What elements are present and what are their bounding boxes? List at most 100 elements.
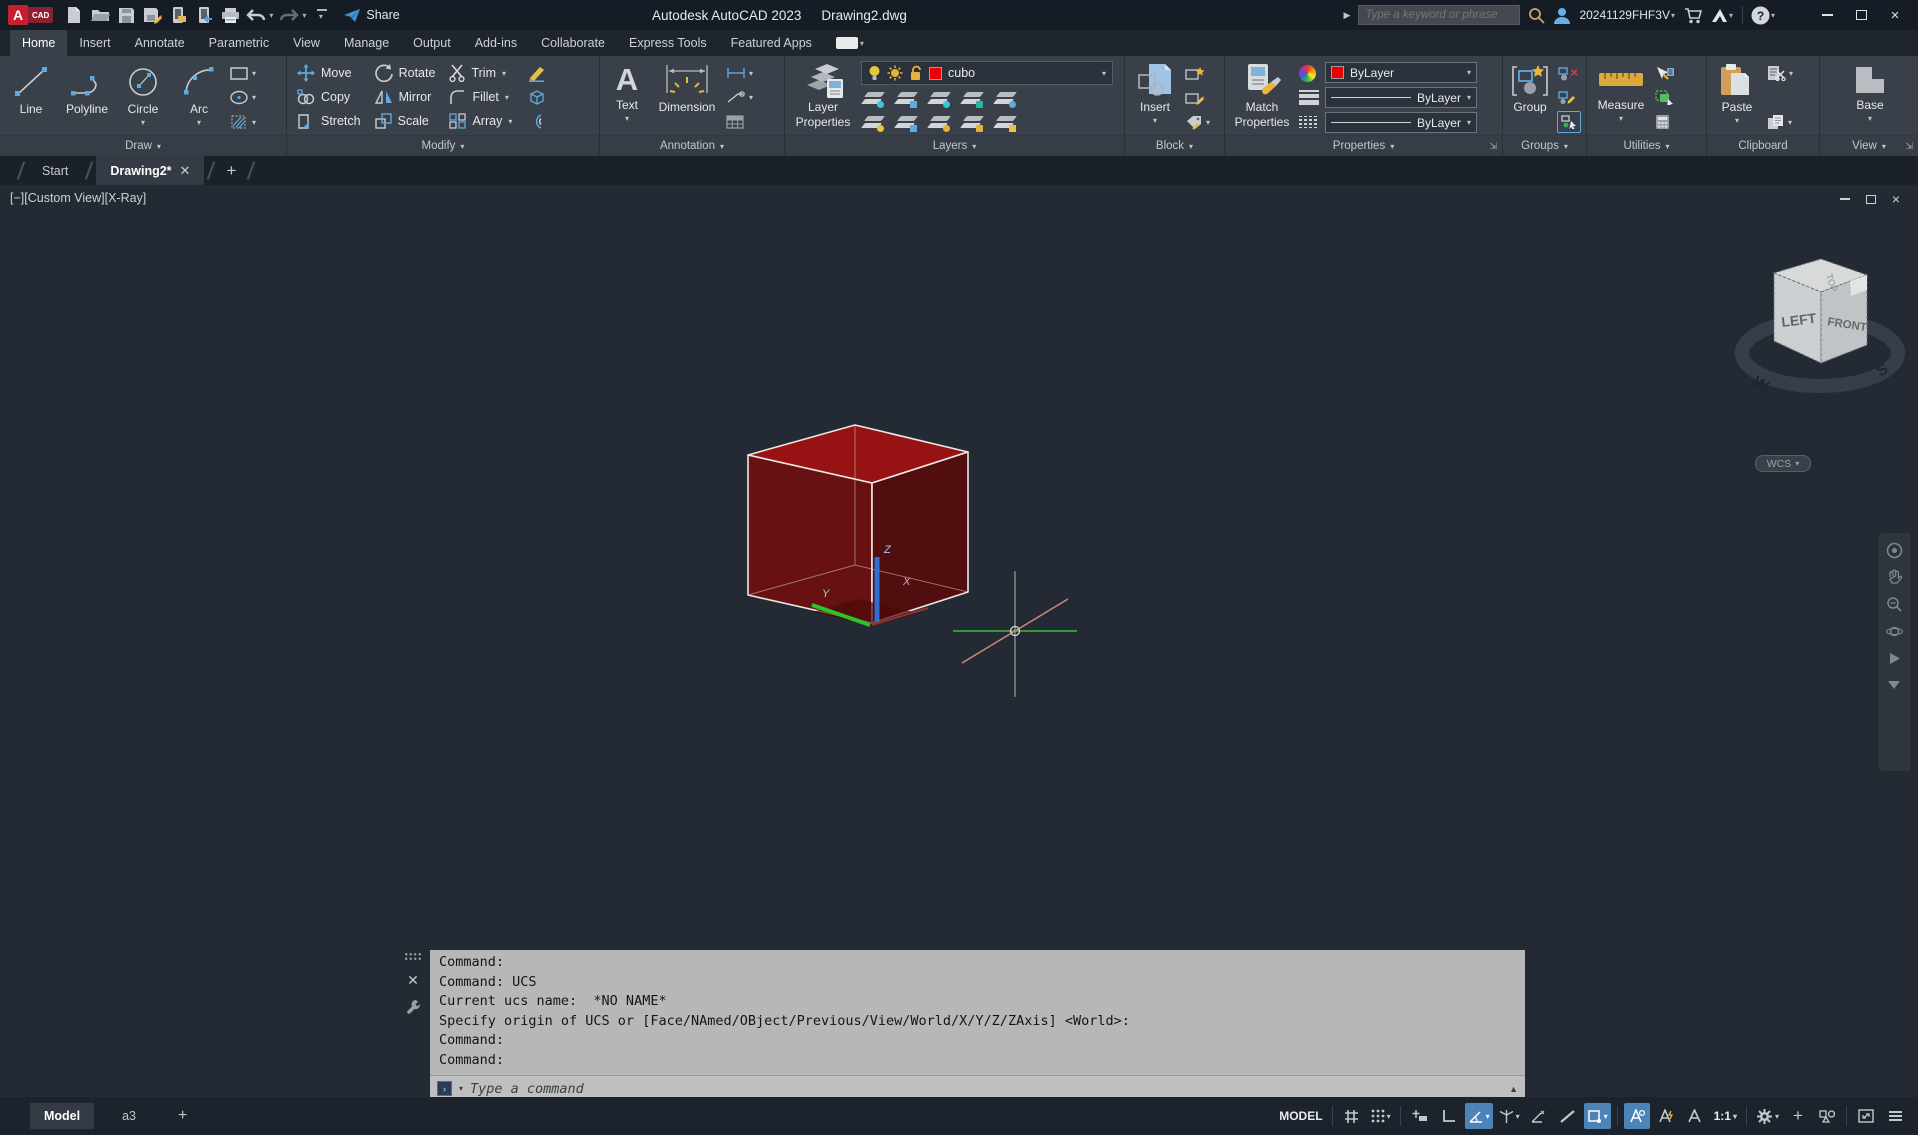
panel-label-view[interactable]: View ▾ ⇲ <box>1820 135 1918 156</box>
layer-isolate-tool[interactable] <box>894 90 918 108</box>
view-dialog-launcher[interactable]: ⇲ <box>1905 141 1913 152</box>
object-snap-tracking-toggle[interactable] <box>1526 1103 1552 1129</box>
share-button[interactable]: Share <box>343 8 400 23</box>
command-palette-grip[interactable]: ✕ <box>400 952 426 1015</box>
text-tool[interactable]: A Text ▾ <box>606 61 648 124</box>
base-view-tool[interactable]: Base ▾ <box>1845 61 1895 123</box>
polar-tracking-toggle[interactable]: ▾ <box>1464 1103 1493 1129</box>
paste-dropdown[interactable]: ▾ <box>1735 116 1739 125</box>
save-button[interactable] <box>115 4 137 26</box>
circle-dropdown[interactable]: ▾ <box>141 118 145 127</box>
status-bar-menu-button[interactable] <box>1882 1103 1908 1129</box>
insert-dropdown[interactable]: ▾ <box>1153 116 1157 125</box>
help-menu[interactable]: ? ▾ <box>1751 6 1776 25</box>
command-expand-icon[interactable]: ▲ <box>1509 1084 1518 1094</box>
panel-label-clipboard[interactable]: Clipboard <box>1707 135 1819 156</box>
layer-dropdown[interactable]: cubo ▾ <box>861 61 1113 85</box>
layout-tab-a3[interactable]: a3 <box>108 1103 150 1129</box>
layer-make-current-tool[interactable] <box>993 90 1017 108</box>
signed-in-user[interactable]: 20241129FHF3V ▾ <box>1579 8 1676 22</box>
undo-button[interactable] <box>245 4 267 26</box>
pan-hand-icon[interactable] <box>1885 568 1903 586</box>
command-input[interactable] <box>470 1080 1503 1097</box>
arc-dropdown[interactable]: ▾ <box>197 118 201 127</box>
group-tool[interactable]: Group <box>1509 61 1551 114</box>
text-dropdown[interactable]: ▾ <box>625 114 629 123</box>
annotation-visibility-toggle[interactable] <box>1623 1103 1650 1129</box>
linetype-dropdown[interactable]: ByLayer ▾ <box>1325 112 1477 133</box>
copy-clip-tool[interactable]: ▾ <box>1767 111 1793 133</box>
clean-screen-button[interactable] <box>1853 1103 1879 1129</box>
panel-label-annotation[interactable]: Annotation ▾ <box>600 135 784 156</box>
panel-label-modify[interactable]: Modify ▾ <box>287 135 599 156</box>
object-snap-toggle[interactable]: ▾ <box>1583 1103 1611 1129</box>
explode-tool[interactable] <box>526 88 546 106</box>
linetype-icon[interactable] <box>1299 111 1319 133</box>
tab-manage[interactable]: Manage <box>332 30 401 56</box>
dynamic-input-toggle[interactable] <box>1407 1103 1433 1129</box>
base-dropdown[interactable]: ▾ <box>1868 114 1872 123</box>
tab-collaborate[interactable]: Collaborate <box>529 30 617 56</box>
lineweight-display-toggle[interactable] <box>1555 1103 1581 1129</box>
group-edit-tool[interactable] <box>1557 87 1581 109</box>
undo-dropdown[interactable]: ▾ <box>269 11 273 20</box>
polyline-tool[interactable]: Polyline <box>62 61 112 116</box>
showmotion-icon[interactable] <box>1885 649 1903 667</box>
model-space-toggle[interactable]: MODEL <box>1276 1103 1325 1129</box>
array-tool[interactable]: Array ▾ <box>449 113 512 129</box>
layer-unisolate-tool[interactable] <box>894 114 918 132</box>
fillet-tool[interactable]: Fillet ▾ <box>449 89 512 105</box>
grid-display-toggle[interactable] <box>1339 1103 1365 1129</box>
layer-properties-button[interactable]: Layer Properties <box>791 61 855 129</box>
file-tab-drawing2[interactable]: Drawing2* ✕ <box>96 156 205 185</box>
search-input[interactable] <box>1358 5 1521 25</box>
panel-label-draw[interactable]: Draw ▾ <box>0 135 286 156</box>
app-menu-button[interactable]: A CAD <box>8 5 54 25</box>
table-tool[interactable] <box>726 111 753 133</box>
tab-insert[interactable]: Insert <box>67 30 122 56</box>
panel-label-properties[interactable]: Properties ▾ ⇲ <box>1225 135 1502 156</box>
layer-dropdown-arrow[interactable]: ▾ <box>1102 69 1106 78</box>
status-bar-plus-button[interactable]: + <box>1785 1103 1811 1129</box>
paste-tool[interactable]: Paste ▾ <box>1713 61 1761 125</box>
new-drawing-tab-button[interactable]: + <box>218 156 244 185</box>
snap-mode-toggle[interactable]: ▾ <box>1368 1103 1394 1129</box>
mirror-tool[interactable]: Mirror <box>374 89 436 105</box>
user-avatar-icon[interactable] <box>1553 6 1571 24</box>
drag-handle-icon[interactable] <box>404 952 422 961</box>
open-from-web-mobile-button[interactable] <box>167 4 189 26</box>
arc-tool[interactable]: Arc ▾ <box>174 61 224 127</box>
tab-express-tools[interactable]: Express Tools <box>617 30 719 56</box>
minimize-button[interactable] <box>1812 3 1842 27</box>
tab-annotate[interactable]: Annotate <box>123 30 197 56</box>
new-layout-button[interactable]: + <box>164 1103 201 1129</box>
cut-clip-tool[interactable]: ▾ <box>1767 62 1793 84</box>
insert-block-tool[interactable]: Insert ▾ <box>1131 61 1179 125</box>
rectangle-tool[interactable]: ▾ <box>230 62 256 84</box>
panel-label-block[interactable]: Block ▾ <box>1125 135 1224 156</box>
file-tab-start[interactable]: Start <box>28 156 82 185</box>
measure-dropdown[interactable]: ▾ <box>1619 114 1623 123</box>
layer-match-tool[interactable] <box>993 114 1017 132</box>
tab-featured-apps[interactable]: Featured Apps <box>719 30 824 56</box>
save-to-web-mobile-button[interactable] <box>193 4 215 26</box>
command-history[interactable]: Command: Command: UCS Current ucs name: … <box>430 950 1525 1075</box>
group-selection-toggle[interactable] <box>1557 111 1581 133</box>
layer-unlock-tool[interactable] <box>960 114 984 132</box>
move-tool[interactable]: Move <box>297 64 361 82</box>
close-command-palette-icon[interactable]: ✕ <box>407 973 419 987</box>
new-file-button[interactable] <box>63 4 85 26</box>
copy-tool[interactable]: Copy <box>297 89 361 105</box>
full-navigation-wheel-icon[interactable] <box>1885 541 1903 559</box>
stretch-tool[interactable]: Stretch <box>297 113 361 130</box>
trim-tool[interactable]: Trim ▾ <box>449 64 512 82</box>
tab-view[interactable]: View <box>281 30 332 56</box>
customize-qat-dropdown[interactable]: ▾ <box>311 4 333 26</box>
wcs-menu-button[interactable]: WCS ▾ <box>1755 455 1811 472</box>
match-properties-tool[interactable]: Match Properties <box>1231 61 1293 129</box>
orbit-icon[interactable] <box>1885 622 1903 640</box>
circle-tool[interactable]: Circle ▾ <box>118 61 168 127</box>
properties-dialog-launcher[interactable]: ⇲ <box>1489 141 1497 152</box>
model-tab[interactable]: Model <box>30 1103 95 1129</box>
panel-label-groups[interactable]: Groups ▾ <box>1503 135 1586 156</box>
